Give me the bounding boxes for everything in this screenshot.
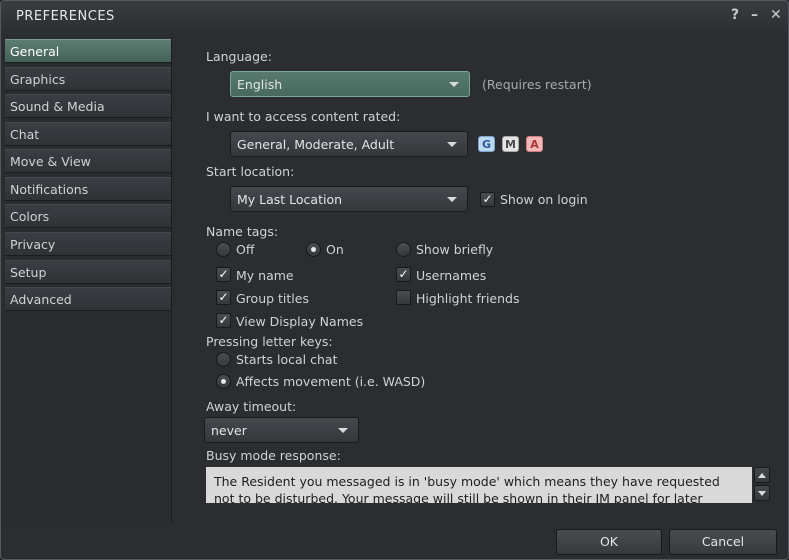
chevron-down-icon [338, 428, 348, 433]
start-location-label: Start location: [206, 164, 295, 179]
sidebar-item-sound-media[interactable]: Sound & Media [5, 94, 171, 118]
affects-movement-label: Affects movement (i.e. WASD) [236, 374, 426, 389]
usernames-label: Usernames [416, 268, 487, 283]
show-on-login-label: Show on login [500, 192, 588, 207]
close-icon[interactable]: ✕ [770, 7, 782, 23]
title-bar[interactable]: PREFERENCES ? – ✕ [1, 1, 788, 33]
triangle-up-icon [758, 473, 766, 478]
starts-local-chat-label: Starts local chat [236, 352, 338, 367]
view-display-names-label: View Display Names [236, 314, 364, 329]
sidebar-item-chat[interactable]: Chat [5, 122, 171, 146]
start-location-value: My Last Location [237, 192, 343, 207]
chevron-down-icon [449, 82, 459, 87]
busy-mode-scrollbar[interactable] [754, 467, 770, 503]
restart-note: (Requires restart) [482, 77, 592, 92]
rating-adult-badge: A [526, 136, 543, 152]
usernames-checkbox[interactable]: ✓ [396, 267, 411, 282]
rating-moderate-badge: M [502, 136, 519, 152]
name-tags-briefly-label: Show briefly [416, 242, 494, 257]
busy-mode-response-textarea[interactable]: The Resident you messaged is in 'busy mo… [206, 467, 752, 503]
name-tags-label: Name tags: [206, 224, 279, 239]
cancel-button[interactable]: Cancel [669, 529, 777, 555]
chevron-down-icon [447, 197, 457, 202]
letter-keys-label: Pressing letter keys: [206, 334, 333, 349]
affects-movement-radio[interactable] [216, 374, 231, 389]
sidebar-item-setup[interactable]: Setup [5, 260, 171, 284]
triangle-down-icon [758, 491, 766, 496]
highlight-friends-checkbox[interactable] [396, 290, 411, 305]
away-timeout-label: Away timeout: [206, 399, 297, 414]
sidebar-item-notifications[interactable]: Notifications [5, 177, 171, 201]
sidebar-item-general[interactable]: General [5, 39, 171, 63]
ok-button[interactable]: OK [556, 529, 662, 555]
preferences-window: PREFERENCES ? – ✕ General Graphics Sound… [0, 0, 789, 560]
language-select[interactable]: English [230, 71, 470, 97]
help-icon[interactable]: ? [731, 7, 739, 23]
name-tags-on-radio[interactable] [306, 242, 321, 257]
window-title: PREFERENCES [16, 9, 115, 24]
sidebar-item-colors[interactable]: Colors [5, 204, 171, 228]
start-location-select[interactable]: My Last Location [230, 186, 468, 212]
language-label: Language: [206, 49, 272, 64]
my-name-checkbox[interactable]: ✓ [216, 267, 231, 282]
away-timeout-value: never [211, 423, 247, 438]
sidebar-item-move-view[interactable]: Move & View [5, 149, 171, 173]
minimize-icon[interactable]: – [751, 7, 758, 23]
away-timeout-select[interactable]: never [204, 417, 359, 443]
content-rating-label: I want to access content rated: [206, 109, 401, 124]
my-name-label: My name [236, 268, 294, 283]
rating-general-badge: G [478, 136, 495, 152]
starts-local-chat-radio[interactable] [216, 352, 231, 367]
sidebar-item-advanced[interactable]: Advanced [5, 287, 171, 311]
name-tags-off-label: Off [236, 242, 255, 257]
content-rating-select[interactable]: General, Moderate, Adult [230, 131, 468, 157]
highlight-friends-label: Highlight friends [416, 291, 520, 306]
name-tags-briefly-radio[interactable] [396, 242, 411, 257]
name-tags-off-radio[interactable] [216, 242, 231, 257]
content-rating-value: General, Moderate, Adult [237, 137, 395, 152]
sidebar-item-privacy[interactable]: Privacy [5, 232, 171, 256]
name-tags-on-label: On [326, 242, 344, 257]
view-display-names-checkbox[interactable]: ✓ [216, 313, 231, 328]
show-on-login-checkbox[interactable]: ✓ [480, 192, 495, 207]
sidebar-item-graphics[interactable]: Graphics [5, 67, 171, 91]
sidebar: General Graphics Sound & Media Chat Move… [3, 37, 171, 523]
group-titles-checkbox[interactable]: ✓ [216, 290, 231, 305]
language-value: English [237, 77, 283, 92]
scroll-up-button[interactable] [754, 467, 770, 483]
group-titles-label: Group titles [236, 291, 309, 306]
chevron-down-icon [447, 142, 457, 147]
scroll-down-button[interactable] [754, 485, 770, 501]
busy-mode-label: Busy mode response: [206, 448, 341, 463]
